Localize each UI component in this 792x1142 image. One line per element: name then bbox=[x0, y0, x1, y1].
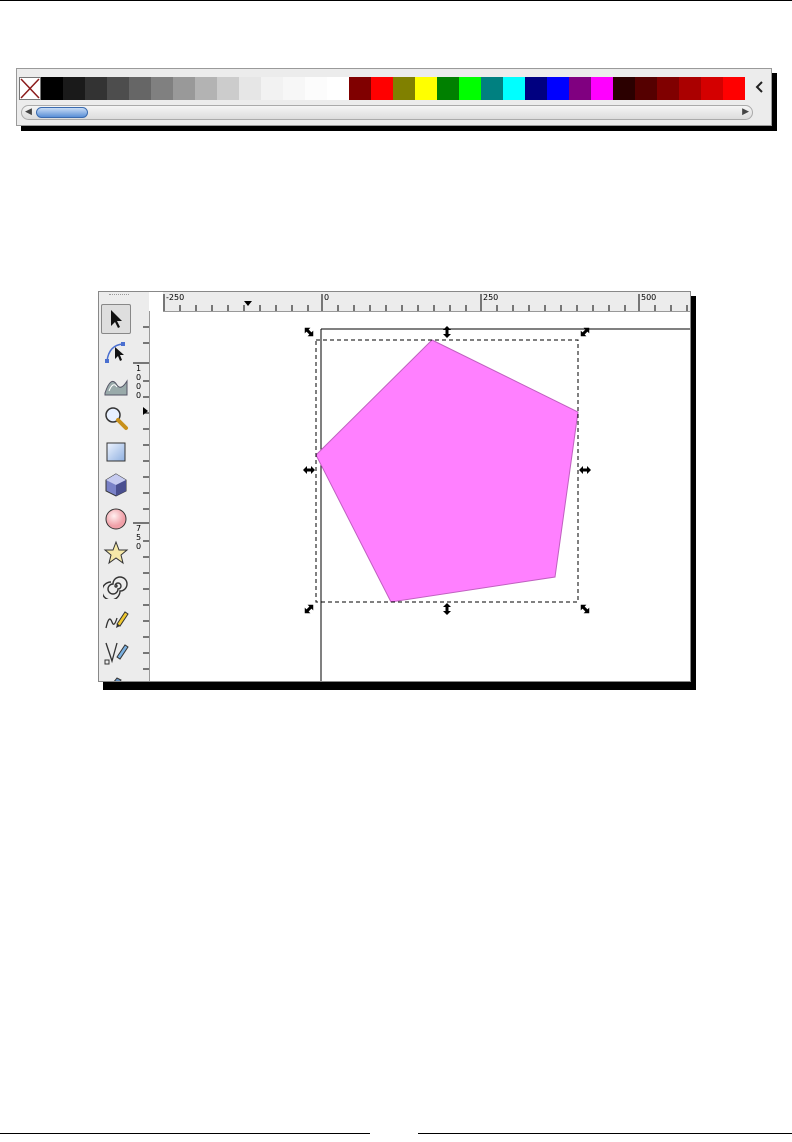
color-swatch[interactable] bbox=[85, 77, 107, 100]
selector-tool[interactable] bbox=[101, 304, 131, 334]
color-swatch[interactable] bbox=[547, 77, 569, 100]
tweak-icon bbox=[104, 379, 128, 396]
color-swatch[interactable] bbox=[371, 77, 393, 100]
color-swatch[interactable] bbox=[217, 77, 239, 100]
scale-handle-right[interactable] bbox=[579, 466, 591, 474]
scale-handle-bottom[interactable] bbox=[443, 603, 451, 615]
color-swatch[interactable] bbox=[393, 77, 415, 100]
pen-tool[interactable] bbox=[101, 637, 131, 667]
x-mark-icon[interactable] bbox=[19, 77, 41, 100]
scale-handle-bottom-left[interactable] bbox=[302, 602, 316, 616]
calligraphy-icon bbox=[113, 677, 122, 681]
color-swatch[interactable] bbox=[151, 77, 173, 100]
magnifier-icon bbox=[105, 407, 128, 430]
drawing-canvas[interactable] bbox=[150, 312, 690, 681]
color-swatch[interactable] bbox=[349, 77, 371, 100]
inkscape-window: -250 0 250 500 1 0 0 0 7 5 0 bbox=[98, 291, 691, 682]
arrow-right-icon[interactable]: ▶ bbox=[742, 106, 749, 119]
ruler-label-h: 500 bbox=[641, 293, 657, 302]
rectangle-icon bbox=[106, 442, 126, 462]
color-swatch[interactable] bbox=[129, 77, 151, 100]
pen-icon bbox=[104, 642, 129, 665]
color-swatch[interactable] bbox=[415, 77, 437, 100]
arrow-pointer-icon bbox=[111, 310, 122, 328]
color-swatch[interactable] bbox=[481, 77, 503, 100]
color-swatch[interactable] bbox=[503, 77, 525, 100]
spiral-icon bbox=[103, 576, 128, 599]
color-palette: ◀ ▶ bbox=[16, 68, 772, 126]
color-swatch[interactable] bbox=[723, 77, 745, 100]
scale-handle-bottom-right[interactable] bbox=[578, 602, 592, 616]
scale-handle-left[interactable] bbox=[303, 466, 315, 474]
zoom-tool[interactable] bbox=[101, 403, 131, 433]
rectangle-tool[interactable] bbox=[101, 437, 131, 467]
ruler-label-v: 7 bbox=[136, 524, 142, 533]
color-swatch[interactable] bbox=[591, 77, 613, 100]
palette-scrollbar[interactable]: ◀ ▶ bbox=[21, 105, 753, 120]
ellipse-tool[interactable] bbox=[101, 504, 131, 534]
3d-box-tool[interactable] bbox=[101, 470, 131, 500]
ruler-label-h: -250 bbox=[166, 293, 185, 302]
color-swatch[interactable] bbox=[195, 77, 217, 100]
page-bottom-rule bbox=[418, 1133, 792, 1134]
pentagon-shape[interactable] bbox=[315, 339, 579, 603]
ruler-label-v: 0 bbox=[136, 542, 142, 551]
horizontal-ruler[interactable]: -250 0 250 500 bbox=[163, 292, 690, 312]
tweak-tool[interactable] bbox=[101, 369, 131, 399]
chevron-left-icon[interactable] bbox=[751, 77, 767, 100]
color-swatch[interactable] bbox=[459, 77, 481, 100]
scale-handle-top-left[interactable] bbox=[302, 325, 316, 339]
pencil-tool[interactable] bbox=[101, 604, 131, 634]
scale-handle-top-right[interactable] bbox=[578, 325, 592, 339]
color-swatch[interactable] bbox=[261, 77, 283, 100]
color-swatch[interactable] bbox=[41, 77, 63, 100]
ruler-label-v: 5 bbox=[136, 533, 142, 542]
spiral-tool[interactable] bbox=[101, 571, 131, 601]
ruler-label-v: 0 bbox=[136, 391, 142, 400]
canvas-drawing bbox=[302, 325, 690, 681]
ruler-ticks bbox=[163, 294, 688, 311]
arrow-left-icon[interactable]: ◀ bbox=[25, 106, 32, 119]
color-swatch[interactable] bbox=[283, 77, 305, 100]
swatch-row bbox=[19, 77, 745, 100]
color-swatch[interactable] bbox=[679, 77, 701, 100]
star-tool[interactable] bbox=[101, 538, 131, 568]
ruler-label-v: 0 bbox=[136, 373, 142, 382]
scrollbar-thumb[interactable] bbox=[36, 107, 88, 118]
ellipse-icon bbox=[105, 508, 127, 530]
color-swatch[interactable] bbox=[107, 77, 129, 100]
scale-handle-top[interactable] bbox=[443, 326, 451, 338]
node-editor-icon bbox=[105, 342, 125, 363]
page-bottom-rule bbox=[0, 1133, 370, 1134]
color-swatch[interactable] bbox=[327, 77, 349, 100]
color-swatch[interactable] bbox=[239, 77, 261, 100]
toolbox-grip[interactable] bbox=[109, 294, 129, 298]
ruler-label-h: 250 bbox=[483, 293, 499, 302]
ruler-label-h: 0 bbox=[324, 293, 330, 302]
color-swatch[interactable] bbox=[657, 77, 679, 100]
3d-box-icon bbox=[105, 473, 127, 497]
node-tool[interactable] bbox=[101, 337, 131, 367]
ruler-label-v: 0 bbox=[136, 382, 142, 391]
pencil-icon bbox=[105, 611, 129, 629]
color-swatch[interactable] bbox=[635, 77, 657, 100]
color-swatch[interactable] bbox=[305, 77, 327, 100]
color-swatch[interactable] bbox=[613, 77, 635, 100]
color-swatch[interactable] bbox=[437, 77, 459, 100]
vertical-ruler[interactable]: 1 0 0 0 7 5 0 bbox=[133, 311, 150, 681]
color-swatch[interactable] bbox=[525, 77, 547, 100]
star-icon bbox=[103, 540, 129, 565]
color-swatch[interactable] bbox=[569, 77, 591, 100]
calligraphy-tool[interactable] bbox=[101, 668, 131, 681]
color-swatch[interactable] bbox=[701, 77, 723, 100]
page-top-rule bbox=[0, 0, 792, 1]
color-swatch[interactable] bbox=[63, 77, 85, 100]
ruler-label-v: 1 bbox=[136, 364, 142, 373]
color-swatch[interactable] bbox=[173, 77, 195, 100]
